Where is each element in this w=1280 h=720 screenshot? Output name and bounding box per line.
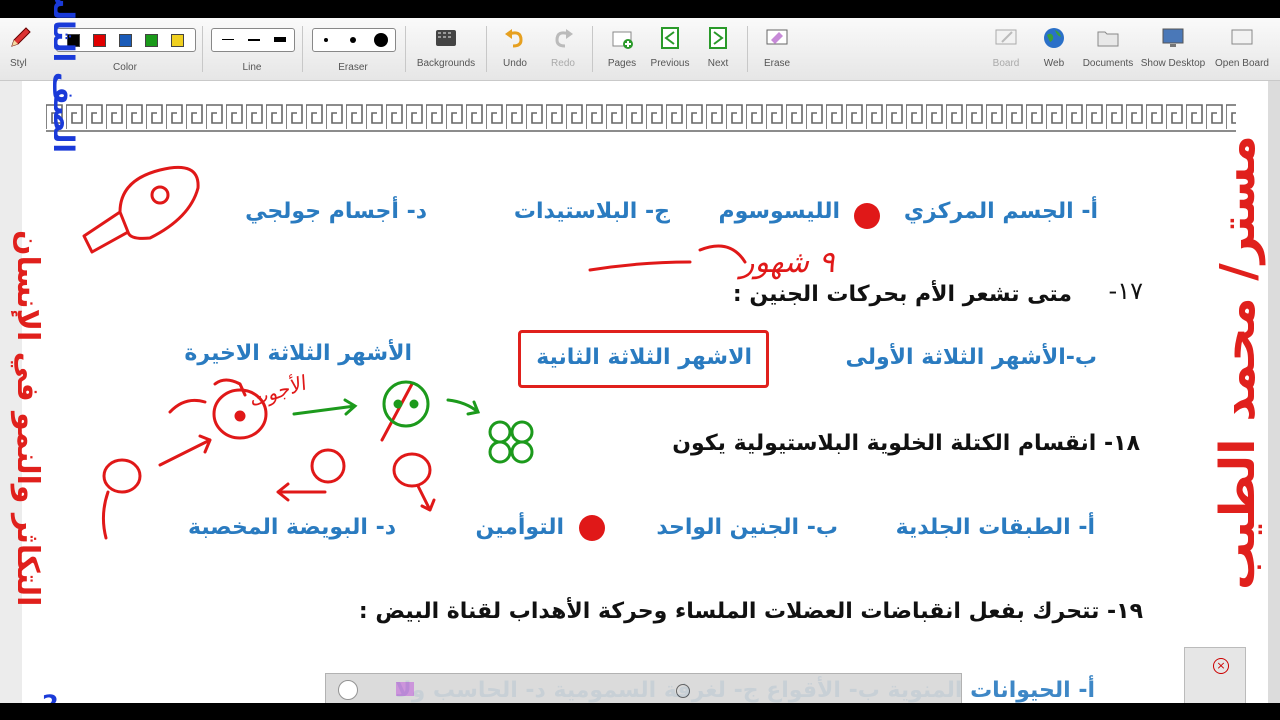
undo-arrow-icon — [505, 29, 523, 48]
board-icon — [995, 29, 1017, 45]
toolbar-separator — [302, 26, 303, 72]
pen-tool-icon[interactable] — [338, 680, 358, 700]
toolbar-separator — [592, 26, 593, 72]
previous-page-icon — [661, 27, 679, 49]
erase-board-icon — [766, 29, 788, 45]
open-board-label: Open Board — [1215, 58, 1269, 69]
zoom-out-icon[interactable] — [676, 684, 690, 698]
q18-option-c: التوأمين — [475, 515, 564, 540]
backgrounds-icon — [436, 30, 456, 46]
next-page-icon — [709, 27, 727, 49]
style-label: Styl — [10, 58, 27, 69]
toolbar-separator — [747, 26, 748, 72]
greek-key-border — [46, 99, 1236, 133]
q17-number: ١٧- — [1108, 277, 1143, 305]
toolbar-separator — [405, 26, 406, 72]
whiteboard-page[interactable]: أ- الجسم المركزي الليسوسوم ج- البلاستيدا… — [0, 81, 1280, 703]
right-side-watermark: مستر/ محمد الطيب — [1210, 135, 1266, 590]
pen-icon — [11, 27, 31, 47]
toolbar-separator — [486, 26, 487, 72]
window-top-bar — [0, 0, 1280, 18]
q16-option-a: أ- الجسم المركزي — [903, 199, 1098, 224]
q18-question: ١٨- انقسام الكتلة الخلوية البلاستيولية ي… — [672, 431, 1140, 456]
documents-label: Documents — [1082, 58, 1134, 69]
previous-label: Previous — [650, 58, 690, 69]
erase-button[interactable]: Erase — [753, 22, 801, 76]
close-icon[interactable]: × — [1213, 658, 1229, 674]
web-label: Web — [1043, 58, 1065, 69]
next-label: Next — [707, 58, 729, 69]
open-board-button[interactable]: Open Board — [1212, 22, 1272, 76]
pages-label: Pages — [607, 58, 637, 69]
q17-option-b: ب-الأشهر الثلاثة الأولى — [845, 345, 1097, 370]
add-page-icon — [612, 31, 633, 49]
globe-icon — [1044, 28, 1064, 48]
left-side-subtitle: التكاثر والنمو في الإنسان — [10, 230, 45, 607]
q19-question: ١٩- تتحرك بفعل انقباضات العضلات الملساء … — [358, 599, 1143, 624]
backgrounds-label: Backgrounds — [416, 58, 476, 69]
left-side-title: الصف الثالث — [47, 0, 80, 154]
q17-option-last: الأشهر الثلاثة الاخيرة — [184, 341, 412, 366]
close-panel-corner[interactable]: × — [1184, 647, 1246, 705]
highlighter-tool-icon[interactable] — [396, 682, 414, 696]
undo-label: Undo — [503, 58, 527, 69]
web-button[interactable]: Web — [1030, 22, 1078, 76]
q18-option-d: د- البويضة المخصبة — [187, 515, 396, 540]
q18-option-b: ب- الجنين الواحد — [656, 515, 838, 540]
q16-option-b: الليسوسوم — [718, 199, 841, 224]
floating-tools-panel[interactable] — [325, 673, 962, 704]
show-desktop-button[interactable]: Show Desktop — [1140, 22, 1206, 76]
open-board-icon — [1231, 29, 1253, 45]
erase-label: Erase — [763, 58, 791, 69]
q16-option-d: د- أجسام جولجي — [245, 199, 427, 224]
backgrounds-button[interactable]: Backgrounds — [414, 22, 478, 76]
redo-label: Redo — [551, 58, 575, 69]
pages-button[interactable]: Pages — [598, 22, 646, 76]
style-button[interactable]: Styl — [2, 22, 42, 76]
previous-button[interactable]: Previous — [646, 22, 694, 76]
redo-arrow-icon — [555, 29, 573, 48]
line-label: Line — [242, 62, 262, 73]
eraser-label: Eraser — [338, 62, 368, 73]
q17-question: متى تشعر الأم بحركات الجنين : — [732, 282, 1072, 307]
board-label: Board — [992, 58, 1020, 69]
monitor-icon — [1162, 28, 1184, 47]
board-button[interactable]: Board — [982, 22, 1030, 76]
next-button[interactable]: Next — [694, 22, 742, 76]
q18-option-a: أ- الطبقات الجلدية — [895, 515, 1095, 540]
folder-icon — [1097, 31, 1119, 47]
q17-option-boxed: الاشهر الثلاثة الثانية — [536, 345, 752, 370]
window-bottom-bar — [0, 703, 1280, 720]
documents-button[interactable]: Documents — [1082, 22, 1134, 76]
redo-button[interactable]: Redo — [539, 22, 587, 76]
toolbar-separator — [202, 26, 203, 72]
undo-button[interactable]: Undo — [491, 22, 539, 76]
q16-option-c: ج- البلاستيدات — [513, 199, 670, 224]
show-desktop-label: Show Desktop — [1140, 58, 1206, 69]
whiteboard-toolbar: Styl Color Line Eraser Backgrounds Undo … — [0, 18, 1280, 81]
